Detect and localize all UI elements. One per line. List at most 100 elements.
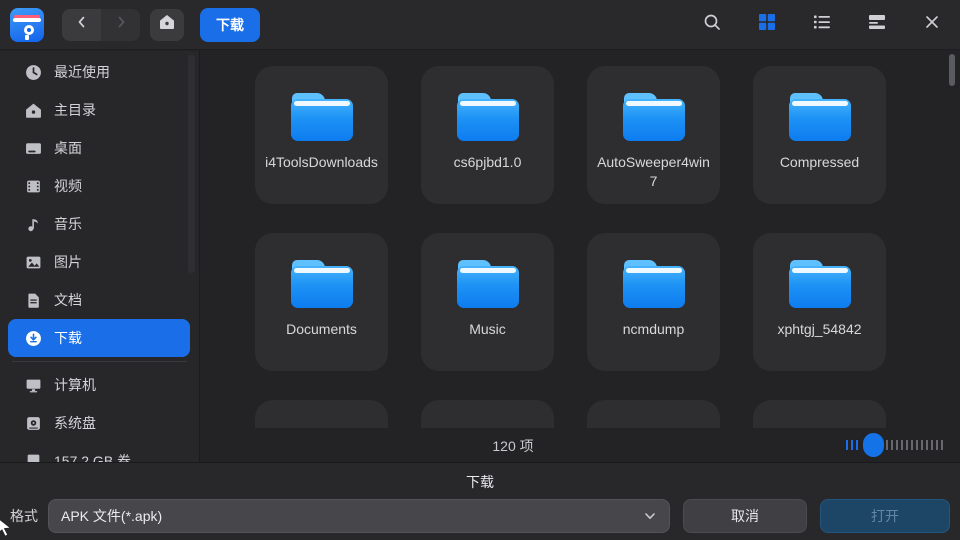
item-count: 120 项 <box>463 436 563 456</box>
home-button[interactable] <box>150 9 184 41</box>
forward-icon <box>113 14 129 35</box>
close-button[interactable] <box>912 5 952 45</box>
folder-icon <box>789 260 851 308</box>
sidebar-item-clock[interactable]: 最近使用 <box>8 53 190 91</box>
detail-view-button[interactable] <box>857 5 897 45</box>
sidebar-item-computer[interactable]: 计算机 <box>8 366 190 404</box>
sidebar-item-download[interactable]: 下载 <box>8 319 190 357</box>
window-body: 最近使用主目录桌面视频音乐图片文档下载计算机系统盘 157.2 GB 卷 i4To… <box>0 51 960 462</box>
sidebar-item-label: 文档 <box>54 290 82 310</box>
sidebar-item-label: 视频 <box>54 176 82 196</box>
image-icon <box>24 253 42 271</box>
main-scrollbar[interactable] <box>949 54 955 86</box>
sidebar-item-music[interactable]: 音乐 <box>8 205 190 243</box>
volume-icon <box>24 452 42 462</box>
folder-card-partial[interactable] <box>421 400 554 428</box>
sidebar-divider <box>12 361 187 362</box>
nav-group <box>62 9 140 41</box>
folder-name: Documents <box>278 320 365 339</box>
folder-icon <box>789 93 851 141</box>
titlebar: 下载 <box>0 0 960 50</box>
download-icon <box>24 329 42 347</box>
icon-size-slider[interactable] <box>846 433 944 457</box>
sidebar-item-label: 计算机 <box>54 375 96 395</box>
folder-card[interactable]: cs6pjbd1.0 <box>421 66 554 204</box>
home-icon <box>24 101 42 119</box>
folder-name: Music <box>461 320 514 339</box>
file-manager-app-icon <box>10 8 44 42</box>
list-view-button[interactable] <box>802 5 842 45</box>
file-grid-area: i4ToolsDownloads cs6pjbd1.0 AutoSweeper4wi… <box>201 51 960 462</box>
folder-name: i4ToolsDownloads <box>257 153 386 172</box>
clock-icon <box>24 63 42 81</box>
sidebar-item-label: 音乐 <box>54 214 82 234</box>
folder-icon <box>623 93 685 141</box>
sidebar-item-label: 最近使用 <box>54 62 110 82</box>
folder-name: AutoSweeper4win7 <box>587 153 720 191</box>
dialog-title: 下载 <box>0 463 960 492</box>
folder-card[interactable]: i4ToolsDownloads <box>255 66 388 204</box>
sidebar-item-volume[interactable]: 157.2 GB 卷 <box>8 442 190 462</box>
home-icon <box>158 13 176 36</box>
folder-icon <box>457 260 519 308</box>
folder-icon <box>291 93 353 141</box>
back-button[interactable] <box>62 9 101 41</box>
folder-card-partial[interactable] <box>255 400 388 428</box>
sidebar-scrollbar[interactable] <box>188 55 195 273</box>
forward-button[interactable] <box>101 9 140 41</box>
sidebar: 最近使用主目录桌面视频音乐图片文档下载计算机系统盘 157.2 GB 卷 <box>0 51 200 462</box>
folder-icon <box>457 93 519 141</box>
desktop-icon <box>24 139 42 157</box>
document-icon <box>24 291 42 309</box>
folder-card[interactable]: Compressed <box>753 66 886 204</box>
video-icon <box>24 177 42 195</box>
grid-view-button[interactable] <box>747 5 787 45</box>
folder-card-partial[interactable] <box>753 400 886 428</box>
folder-card[interactable]: Music <box>421 233 554 371</box>
slider-handle[interactable] <box>863 433 884 457</box>
format-dropdown-value: APK 文件(*.apk) <box>61 506 162 526</box>
folder-card[interactable]: Documents <box>255 233 388 371</box>
disk-icon <box>24 414 42 432</box>
format-label: 格式 <box>10 506 38 526</box>
dialog-controls: 格式 APK 文件(*.apk) 取消 打开 <box>0 499 960 533</box>
folder-grid: i4ToolsDownloads cs6pjbd1.0 AutoSweeper4wi… <box>201 51 960 428</box>
sidebar-item-label: 系统盘 <box>54 413 96 433</box>
search-icon <box>702 12 722 37</box>
computer-icon <box>24 376 42 394</box>
grid-view-icon <box>757 12 777 37</box>
sidebar-item-desktop[interactable]: 桌面 <box>8 129 190 167</box>
sidebar-item-document[interactable]: 文档 <box>8 281 190 319</box>
chevron-down-icon <box>643 509 657 523</box>
slider-ticks-active <box>846 440 861 450</box>
cancel-button[interactable]: 取消 <box>683 499 807 533</box>
status-bar: 120 项 <box>201 428 960 462</box>
open-button[interactable]: 打开 <box>820 499 950 533</box>
sidebar-item-label: 图片 <box>54 252 82 272</box>
sidebar-item-video[interactable]: 视频 <box>8 167 190 205</box>
slider-ticks-inactive <box>886 440 944 450</box>
folder-name: Compressed <box>772 153 867 172</box>
folder-card[interactable]: AutoSweeper4win7 <box>587 66 720 204</box>
folder-card[interactable]: xphtgj_54842 <box>753 233 886 371</box>
back-icon <box>74 14 90 35</box>
breadcrumb-downloads[interactable]: 下载 <box>200 8 260 42</box>
format-dropdown[interactable]: APK 文件(*.apk) <box>48 499 670 533</box>
sidebar-item-label: 下载 <box>54 328 82 348</box>
sidebar-item-label: 主目录 <box>54 100 96 120</box>
sidebar-item-image[interactable]: 图片 <box>8 243 190 281</box>
folder-name: ncmdump <box>615 320 692 339</box>
search-button[interactable] <box>692 5 732 45</box>
file-dialog-window: 下载 最近使用主目录桌面视频音乐 <box>0 0 960 540</box>
folder-card[interactable]: ncmdump <box>587 233 720 371</box>
close-icon <box>922 12 942 37</box>
folder-name: xphtgj_54842 <box>769 320 869 339</box>
folder-name: cs6pjbd1.0 <box>446 153 530 172</box>
folder-card-partial[interactable] <box>587 400 720 428</box>
music-icon <box>24 215 42 233</box>
detail-view-icon <box>867 12 887 37</box>
sidebar-item-label: 桌面 <box>54 138 82 158</box>
sidebar-item-label: 157.2 GB 卷 <box>54 451 131 462</box>
sidebar-item-home[interactable]: 主目录 <box>8 91 190 129</box>
sidebar-item-disk[interactable]: 系统盘 <box>8 404 190 442</box>
